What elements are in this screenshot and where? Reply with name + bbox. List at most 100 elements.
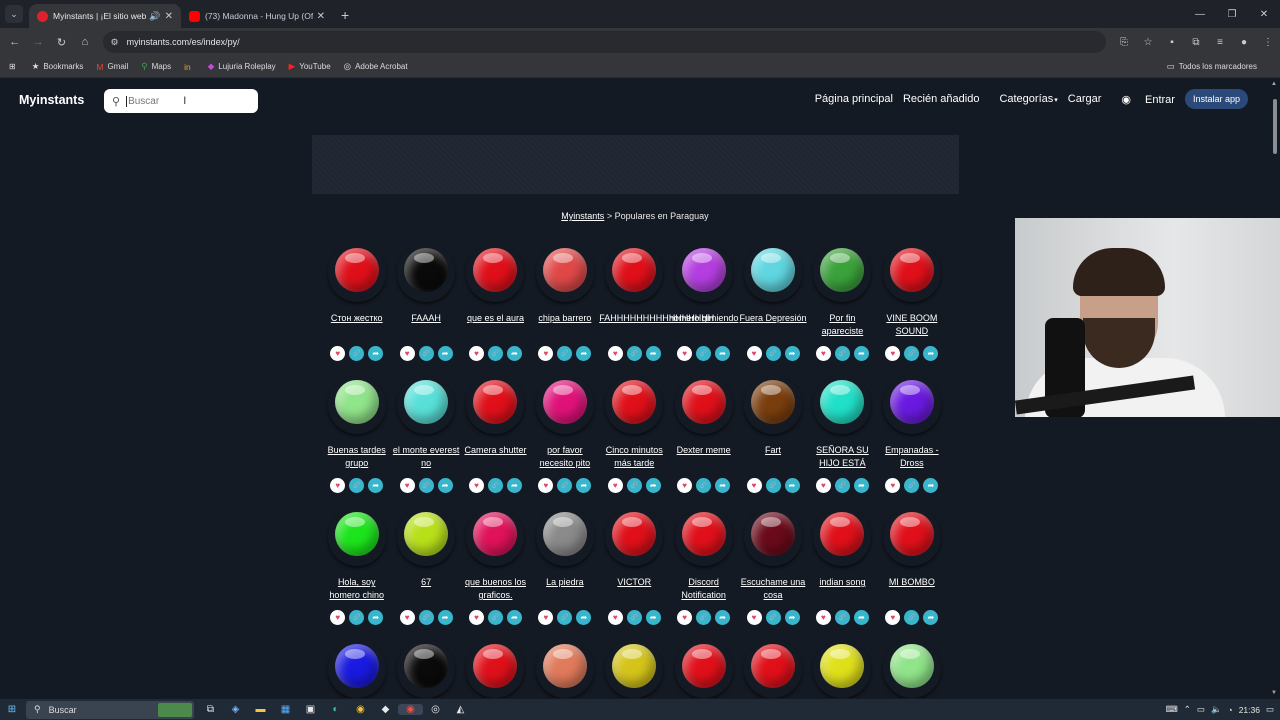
sound-play-button[interactable]: [328, 508, 386, 566]
home-icon[interactable]: ⌂: [73, 36, 96, 48]
extensions-icon[interactable]: ⧉: [1184, 37, 1208, 48]
heart-icon[interactable]: ♥: [399, 610, 415, 625]
heart-icon[interactable]: ♥: [399, 478, 415, 493]
sound-play-button[interactable]: [744, 508, 802, 566]
edge-icon[interactable]: ◐: [323, 704, 348, 715]
share-icon[interactable]: ➦: [506, 346, 522, 361]
link-icon[interactable]: 🔗: [904, 346, 920, 361]
share-icon[interactable]: ➦: [576, 346, 592, 361]
sound-play-button[interactable]: [328, 640, 386, 698]
chrome-icon[interactable]: ◉: [348, 704, 373, 715]
sound-play-button[interactable]: [675, 376, 733, 434]
close-window-icon[interactable]: ✕: [1248, 0, 1280, 28]
search-input[interactable]: ⚲ Buscar I: [104, 89, 258, 113]
sound-play-button[interactable]: [813, 244, 871, 302]
install-page-icon[interactable]: ⎘: [1112, 37, 1136, 48]
calendar-icon[interactable]: ▣: [298, 704, 323, 715]
nav-home[interactable]: Página principal: [815, 93, 893, 105]
sound-play-button[interactable]: [605, 244, 663, 302]
sound-play-button[interactable]: [466, 376, 524, 434]
sound-label[interactable]: Empanadas - Dross: [877, 444, 947, 470]
sound-play-button[interactable]: [605, 376, 663, 434]
scroll-down-icon[interactable]: ▼: [1271, 690, 1277, 696]
heart-icon[interactable]: ♥: [330, 346, 346, 361]
sound-play-button[interactable]: [813, 376, 871, 434]
link-icon[interactable]: 🔗: [696, 346, 712, 361]
sound-label[interactable]: La piedra: [530, 576, 600, 602]
media-controls-icon[interactable]: ≡: [1208, 37, 1232, 48]
copilot-icon[interactable]: ◈: [223, 704, 248, 715]
share-icon[interactable]: ➦: [784, 610, 800, 625]
profile-icon[interactable]: ●: [1232, 37, 1256, 48]
restore-icon[interactable]: ❐: [1216, 0, 1248, 28]
address-bar[interactable]: ⚙ myinstants.com/es/index/py/: [102, 31, 1106, 53]
share-icon[interactable]: ➦: [437, 478, 453, 493]
heart-icon[interactable]: ♥: [815, 610, 831, 625]
link-icon[interactable]: 🔗: [696, 610, 712, 625]
link-icon[interactable]: 🔗: [349, 478, 365, 493]
steam-icon[interactable]: ◆: [373, 704, 398, 715]
link-icon[interactable]: 🔗: [557, 478, 573, 493]
bookmark-item[interactable]: ▶ YouTube: [289, 61, 331, 72]
windows-start-icon[interactable]: ⊞: [0, 704, 24, 715]
sound-label[interactable]: Buenas tardes grupo: [322, 444, 392, 470]
heart-icon[interactable]: ♥: [885, 346, 901, 361]
heart-icon[interactable]: ♥: [468, 478, 484, 493]
sound-play-button[interactable]: [883, 376, 941, 434]
tab-youtube[interactable]: (73) Madonna - Hung Up (Offic ✕: [181, 4, 333, 28]
heart-icon[interactable]: ♥: [815, 478, 831, 493]
heart-icon[interactable]: ♥: [607, 346, 623, 361]
heart-icon[interactable]: ♥: [815, 346, 831, 361]
link-icon[interactable]: 🔗: [834, 610, 850, 625]
link-icon[interactable]: 🔗: [349, 610, 365, 625]
sound-play-button[interactable]: [397, 640, 455, 698]
link-icon[interactable]: 🔗: [626, 610, 642, 625]
app-icon[interactable]: ◭: [448, 704, 473, 715]
close-icon[interactable]: ✕: [317, 11, 325, 22]
sound-label[interactable]: Cinco minutos más tarde: [599, 444, 669, 470]
link-icon[interactable]: 🔗: [487, 610, 503, 625]
sound-label[interactable]: Escuchame una cosa: [738, 576, 808, 602]
sound-play-button[interactable]: [744, 640, 802, 698]
heart-icon[interactable]: ♥: [607, 610, 623, 625]
link-icon[interactable]: 🔗: [418, 346, 434, 361]
sound-label[interactable]: por favor necesito pito: [530, 444, 600, 470]
speaker-icon[interactable]: 🔊: [149, 11, 160, 22]
forward-icon[interactable]: →: [26, 36, 49, 48]
keyboard-icon[interactable]: ⌨: [1166, 704, 1178, 715]
bookmark-item[interactable]: M Gmail: [96, 62, 128, 72]
sound-play-button[interactable]: [397, 508, 455, 566]
sound-label[interactable]: Fuera Depresión: [738, 312, 808, 338]
heart-icon[interactable]: ♥: [746, 478, 762, 493]
sound-play-button[interactable]: [397, 244, 455, 302]
reload-icon[interactable]: ↻: [50, 36, 73, 49]
bookmark-item[interactable]: in: [184, 62, 195, 72]
bookmark-item[interactable]: ⚲ Maps: [141, 61, 171, 72]
sound-label[interactable]: que buenos los graficos.: [460, 576, 530, 602]
heart-icon[interactable]: ♥: [330, 478, 346, 493]
sound-play-button[interactable]: [536, 244, 594, 302]
share-icon[interactable]: ➦: [923, 478, 939, 493]
close-icon[interactable]: ✕: [165, 11, 173, 22]
sound-label[interactable]: FAAAH: [391, 312, 461, 338]
sound-label[interactable]: el monte everest no: [391, 444, 461, 470]
heart-icon[interactable]: ♥: [538, 478, 554, 493]
scrollbar-thumb[interactable]: [1273, 99, 1277, 154]
sound-play-button[interactable]: [883, 508, 941, 566]
file-explorer-icon[interactable]: ▬: [248, 704, 273, 715]
site-logo[interactable]: Myinstants: [19, 93, 84, 107]
share-icon[interactable]: ➦: [645, 346, 661, 361]
nav-login[interactable]: ◉ Entrar: [1111, 93, 1175, 106]
bookmark-item[interactable]: ◆ Lujuria Roleplay: [208, 61, 276, 72]
link-icon[interactable]: 🔗: [696, 478, 712, 493]
bookmark-item[interactable]: ◎ Adobe Acrobat: [344, 61, 408, 72]
sound-label[interactable]: SEÑORA SU HIJO ESTÁ: [807, 444, 877, 470]
link-icon[interactable]: 🔗: [904, 478, 920, 493]
sound-play-button[interactable]: [466, 508, 524, 566]
heart-icon[interactable]: ♥: [468, 346, 484, 361]
sound-label[interactable]: homero gimiendo: [669, 312, 739, 338]
sound-label[interactable]: MI BOMBO: [877, 576, 947, 602]
sound-label[interactable]: Dexter meme: [669, 444, 739, 470]
sound-play-button[interactable]: [675, 244, 733, 302]
heart-icon[interactable]: ♥: [885, 610, 901, 625]
